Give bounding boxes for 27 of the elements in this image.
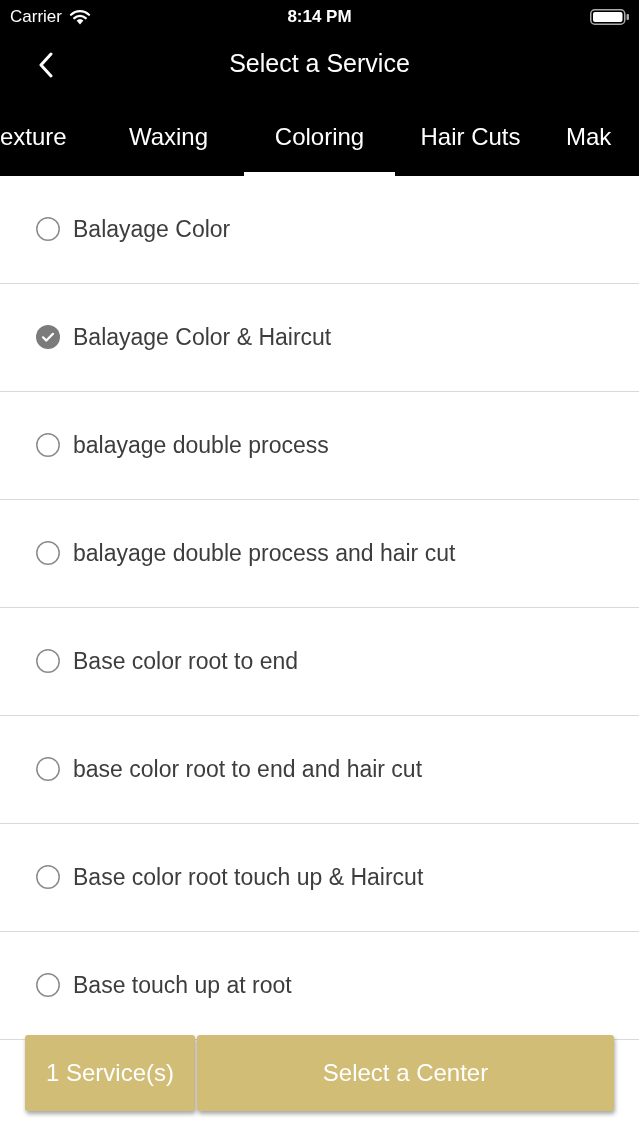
service-name: base color root to end and hair cut [73,755,423,783]
service-name: Balayage Color & Haircut [73,323,332,351]
category-tab[interactable]: Mak [546,100,639,176]
category-tab[interactable]: exture [0,100,93,176]
service-name: Base color root touch up & Haircut [73,863,424,891]
radio-icon[interactable] [36,757,60,781]
battery-icon [590,8,630,25]
radio-icon[interactable] [36,217,60,241]
status-time: 8:14 PM [287,6,352,27]
checked-radio-icon[interactable] [36,325,60,349]
carrier-label: Carrier [10,6,62,27]
radio-icon[interactable] [36,433,60,457]
service-name: balayage double process [73,431,329,459]
radio-icon[interactable] [36,865,60,889]
service-name: Balayage Color [73,215,231,243]
category-tab[interactable]: Hair Cuts [395,100,546,176]
service-name: balayage double process and hair cut [73,539,456,567]
radio-icon[interactable] [36,973,60,997]
category-tab[interactable]: Waxing [93,100,244,176]
back-icon[interactable] [38,52,54,78]
service-name: Base touch up at root [73,971,292,999]
radio-icon[interactable] [36,541,60,565]
category-tab[interactable]: Coloring [244,100,395,176]
screen-title: Select a Service [229,48,410,78]
service-name: Base color root to end [73,647,299,675]
radio-icon[interactable] [36,649,60,673]
wifi-icon [68,8,91,25]
